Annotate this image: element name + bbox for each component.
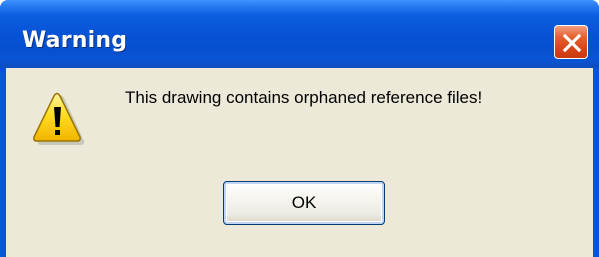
title-bar[interactable]: Warning	[0, 0, 599, 68]
ok-button[interactable]: OK	[223, 181, 385, 225]
warning-icon	[33, 92, 85, 145]
dialog-title: Warning	[22, 28, 128, 53]
warning-dialog: Warning This drawing contains orphaned r…	[0, 0, 599, 257]
ok-button-label: OK	[291, 193, 317, 212]
close-icon	[562, 33, 582, 53]
warning-message: This drawing contains orphaned reference…	[125, 88, 483, 107]
close-button[interactable]	[554, 25, 588, 59]
